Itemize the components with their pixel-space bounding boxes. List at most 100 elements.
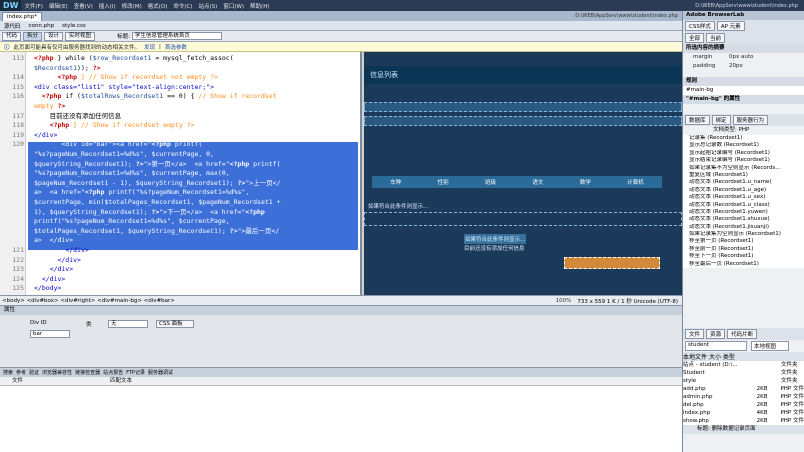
code-line[interactable]: </div> — [34, 265, 358, 274]
code-view-button[interactable]: 代码 — [2, 31, 22, 41]
page-title-input[interactable]: 学生信息管理系统首页 — [131, 32, 222, 40]
code-pane[interactable]: 113 114 115 116 117 118 119 120 121 122 123 124 125 … — [0, 52, 362, 295]
server-behavior-item[interactable]: 移至第一页 (Recordset1) — [683, 238, 804, 245]
file-tree-row[interactable]: add.php 2KB PHP 文件 — [683, 385, 804, 393]
server-behavior-item[interactable]: 动态文本 (Recordset1.u_class) — [683, 202, 804, 209]
server-behavior-item[interactable]: 动态文本 (Recordset1.u_age) — [683, 187, 804, 194]
site-select[interactable]: student — [685, 341, 747, 351]
related-file-link[interactable]: style.css — [62, 23, 86, 29]
tag-breadcrumb[interactable]: <body> <div#box> <div#right> <div#main-b… — [2, 298, 175, 304]
design-view-button[interactable]: 设计 — [44, 31, 64, 41]
menu-item[interactable]: 编辑(E) — [46, 2, 71, 10]
code-line[interactable]: empty ?> — [34, 102, 358, 111]
menu-item[interactable]: 帮助(H) — [247, 2, 272, 10]
menu-item[interactable]: 查看(V) — [71, 2, 96, 10]
code-line[interactable]: $queryString_Recordset1); ?>">第一页</a> <a… — [34, 160, 358, 169]
related-file-link[interactable]: 源代码 — [4, 22, 21, 30]
server-behavior-item[interactable]: 动态文本 (Recordset1.jisuanji) — [683, 224, 804, 231]
code-line[interactable]: $currentPage, min($totalPages_Recordset1… — [34, 198, 358, 207]
browserlab-panel[interactable]: Adobe BrowserLab — [683, 11, 804, 20]
zoom-level[interactable]: 100% — [556, 298, 572, 304]
split-view-button[interactable]: 拆分 — [23, 31, 43, 41]
tab-ap-elements[interactable]: AP 元素 — [716, 21, 745, 31]
file-tree-row[interactable]: style 文件夹 — [683, 377, 804, 385]
server-panel-tab[interactable]: 绑定 — [711, 115, 731, 125]
code-line[interactable]: 1), $queryString_Recordset1); ?>">下一页</a… — [34, 208, 358, 217]
menu-item[interactable]: 插入(I) — [96, 2, 119, 10]
code-line[interactable]: printf("%s?pageNum_Recordset1=%d%s", $cu… — [34, 217, 358, 226]
design-pane[interactable]: 信息列表 车种 性别 班级 语文 数学 计算机 如果符合此条件则显示... 如果符合此条件… — [364, 52, 682, 295]
code-line[interactable]: </div> — [34, 256, 358, 265]
code-line[interactable]: </div> — [34, 131, 358, 140]
results-tab[interactable]: 搜索 — [3, 369, 13, 376]
results-tab[interactable]: 验证 — [29, 369, 39, 376]
file-tree-row[interactable]: show.php 2KB PHP 文件 — [683, 417, 804, 425]
code-line[interactable]: a> </div> — [34, 236, 358, 245]
files-panel-tab[interactable]: 文件 — [685, 329, 705, 339]
menu-item[interactable]: 命令(C) — [170, 2, 195, 10]
server-behavior-item[interactable]: 移至前一页 (Recordset1) — [683, 246, 804, 253]
menu-item[interactable]: 修改(M) — [119, 2, 145, 10]
tab-all[interactable]: 全部 — [685, 33, 705, 43]
server-behavior-item[interactable]: 如果记录集为空则显示 (Recordset1) — [683, 231, 804, 238]
results-tab[interactable]: FTP记录 — [126, 369, 145, 376]
css-prop-row[interactable]: margin 0px auto — [683, 53, 804, 62]
code-line[interactable]: $pageNum_Recordset1 - 1), $queryString_R… — [34, 179, 358, 188]
preferences-link[interactable]: 首选参数 — [165, 43, 187, 51]
results-tab[interactable]: 站点报告 — [103, 369, 123, 376]
code-line[interactable]: "%s?pageNum_Recordset1=%d%s", $currentPa… — [34, 169, 358, 178]
server-behavior-item[interactable]: 动态文本 (Recordset1.u_sex) — [683, 194, 804, 201]
tab-current[interactable]: 当前 — [706, 33, 726, 43]
code-line[interactable]: </div> — [34, 275, 358, 284]
file-tree-row[interactable]: del.php 2KB PHP 文件 — [683, 401, 804, 409]
code-line[interactable]: <?php } // Show if recordset not empty ?… — [34, 73, 358, 82]
server-behavior-item[interactable]: 移至下一页 (Recordset1) — [683, 253, 804, 260]
server-behavior-item[interactable]: 显示起始记录编号 (Recordset1) — [683, 150, 804, 157]
server-behavior-item[interactable]: 显示总记录数 (Recordset1) — [683, 142, 804, 149]
live-view-button[interactable]: 实时视图 — [65, 31, 96, 41]
code-line[interactable]: "%s?pageNum_Recordset1=%d%s", $currentPa… — [34, 150, 358, 159]
server-behavior-item[interactable]: 如果记录集不为空则显示 (Records... — [683, 165, 804, 172]
css-prop-row[interactable]: padding 20px — [683, 62, 804, 71]
rule-name[interactable]: #main-bg — [683, 86, 804, 95]
files-panel-tab[interactable]: 资源 — [706, 329, 726, 339]
file-tree-row[interactable]: index.php 4KB PHP 文件 — [683, 409, 804, 417]
code-line[interactable]: $Recordset1)); ?> — [34, 64, 358, 73]
class-select[interactable]: 无 — [108, 320, 148, 328]
code-line[interactable]: <?php } // Show if recordset empty ?> — [34, 121, 358, 130]
code-line[interactable]: <div id="bar"><a href="<?php printf( — [34, 140, 358, 149]
server-behavior-item[interactable]: 动态文本 (Recordset1.yuwen) — [683, 209, 804, 216]
code-line[interactable]: </div> — [34, 246, 358, 255]
results-tab[interactable]: 服务器调试 — [148, 369, 173, 376]
code-line[interactable]: <div class="list1" style="text-align:cen… — [34, 83, 358, 92]
menu-item[interactable]: 窗口(W) — [220, 2, 247, 10]
discover-link[interactable]: 发现 — [144, 43, 155, 51]
results-tab[interactable]: 参考 — [16, 369, 26, 376]
server-behavior-item[interactable]: 记录集 (Recordset1) — [683, 135, 804, 142]
results-tab[interactable]: 浏览器兼容性 — [42, 369, 72, 376]
css-panel-button[interactable]: CSS 面板 — [156, 320, 194, 328]
results-tab[interactable]: 链接检查器 — [75, 369, 100, 376]
tab-css-styles[interactable]: CSS样式 — [685, 21, 715, 31]
document-tab[interactable]: index.php* — [2, 12, 43, 21]
server-behavior-item[interactable]: 显示结束记录编号 (Recordset1) — [683, 157, 804, 164]
server-panel-tab[interactable]: 数据库 — [685, 115, 710, 125]
server-panel-tab[interactable]: 服务器行为 — [732, 115, 769, 125]
files-panel-tab[interactable]: 代码片断 — [727, 329, 758, 339]
view-select[interactable]: 本地视图 — [751, 341, 789, 351]
code-line[interactable]: <?php if ($totalRows_Recordset1 == 0) { … — [34, 92, 358, 101]
menu-item[interactable]: 格式(O) — [145, 2, 171, 10]
file-tree-row[interactable]: Student 文件夹 — [683, 369, 804, 377]
file-tree-row[interactable]: admin.php 2KB PHP 文件 — [683, 393, 804, 401]
file-tree-row[interactable]: 站点 - student (D:\... 文件夹 — [683, 361, 804, 369]
div-id-select[interactable]: bar — [30, 330, 70, 338]
server-behavior-item[interactable]: 动态文本 (Recordset1.shuxue) — [683, 216, 804, 223]
code-line[interactable]: 目前还没有添加任何信息 — [34, 112, 358, 121]
server-behavior-item[interactable]: 动态文本 (Recordset1.u_name) — [683, 179, 804, 186]
menu-item[interactable]: 文件(F) — [21, 2, 45, 10]
code-line[interactable]: </body> — [34, 284, 358, 293]
menu-item[interactable]: 站点(S) — [196, 2, 221, 10]
code-line[interactable]: <?php } while ($row_Recordset1 = mysql_f… — [34, 54, 358, 63]
code-line[interactable]: $totalPages_Recordset1, $queryString_Rec… — [34, 227, 358, 236]
related-file-link[interactable]: conn.php — [29, 23, 55, 29]
